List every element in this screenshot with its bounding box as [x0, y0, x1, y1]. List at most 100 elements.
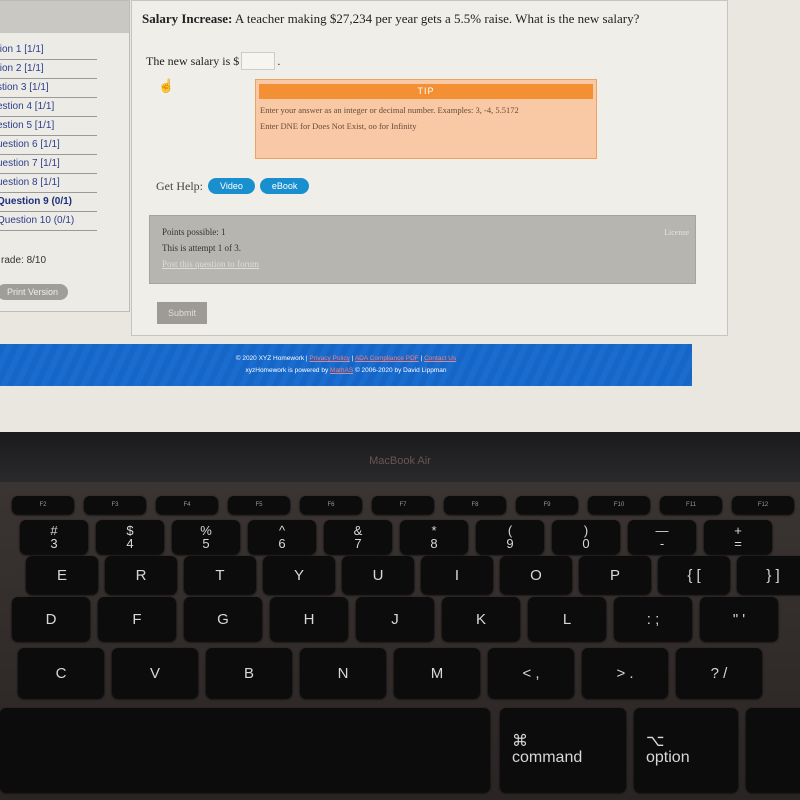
key-label: P	[609, 566, 620, 584]
letter-key[interactable]: J	[356, 597, 434, 641]
key-label: 3	[50, 536, 58, 551]
number-key[interactable]: ) 0	[552, 520, 620, 554]
letter-key[interactable]: F	[98, 597, 176, 641]
question-link[interactable]: Question 9 (0/1)	[0, 193, 97, 212]
key-label: : ;	[646, 610, 660, 628]
number-key[interactable]: — -	[628, 520, 696, 554]
number-key[interactable]: ^ 6	[248, 520, 316, 554]
contact-us-link[interactable]: Contact Us	[424, 355, 456, 362]
post-to-forum-link[interactable]: Post this question to forum	[162, 259, 695, 269]
function-key[interactable]: F4	[156, 496, 218, 514]
letter-key[interactable]: Y	[263, 556, 335, 594]
number-key[interactable]: % 5	[172, 520, 240, 554]
letter-key[interactable]: L	[528, 597, 606, 641]
letter-key[interactable]: N	[300, 648, 386, 698]
question-link[interactable]: estion 5 [1/1]	[0, 117, 97, 136]
letter-key[interactable]: U	[342, 556, 414, 594]
function-key[interactable]: F7	[372, 496, 434, 514]
letter-key[interactable]: " '	[700, 597, 778, 641]
letter-key[interactable]: M	[394, 648, 480, 698]
mathas-link[interactable]: MathAS	[330, 367, 353, 374]
question-link[interactable]: uestion 8 [1/1]	[0, 174, 97, 193]
key-label: 0	[582, 536, 590, 551]
question-link[interactable]: tion 2 [1/1]	[0, 60, 97, 79]
print-version-button[interactable]: Print Version	[0, 284, 69, 300]
privacy-policy-link[interactable]: Privacy Policy	[309, 355, 349, 362]
letter-key[interactable]: V	[112, 648, 198, 698]
key-label: 9	[506, 536, 514, 551]
letter-key[interactable]: K	[442, 597, 520, 641]
letter-key[interactable]: C	[18, 648, 104, 698]
question-link[interactable]: Question 10 (0/1)	[0, 212, 97, 231]
letter-key[interactable]: < ,	[488, 648, 574, 698]
function-key[interactable]: F9	[516, 496, 578, 514]
number-key[interactable]: $4	[96, 520, 164, 554]
question-panel: Salary Increase: A teacher making $27,23…	[131, 0, 728, 336]
letter-key[interactable]: I	[421, 556, 493, 594]
letter-key[interactable]: B	[206, 648, 292, 698]
key-label: O	[530, 566, 542, 584]
number-key[interactable]: & 7	[324, 520, 392, 554]
salary-answer-input[interactable]	[241, 52, 276, 70]
question-link[interactable]: stion 3 [1/1]	[0, 79, 97, 98]
submit-button[interactable]: Submit	[157, 302, 208, 324]
letter-key[interactable]: G	[184, 597, 262, 641]
key-label: command	[512, 749, 583, 766]
question-link[interactable]: tion 1 [1/1]	[0, 41, 97, 60]
video-button[interactable]: Video	[208, 178, 255, 194]
space-bar[interactable]	[0, 708, 490, 792]
ebook-button[interactable]: eBook	[259, 178, 310, 194]
function-key[interactable]: F12	[732, 496, 794, 514]
number-key[interactable]: + =	[704, 520, 772, 554]
key-label: B	[243, 664, 254, 682]
function-key[interactable]: F5	[228, 496, 290, 514]
letter-key[interactable]: } ]	[737, 556, 800, 594]
license-link[interactable]: License	[664, 228, 689, 237]
question-body: A teacher making $27,234 per year gets a…	[232, 11, 640, 26]
letter-key[interactable]: ? /	[676, 648, 762, 698]
key-label: ⌘	[512, 733, 528, 750]
command-key[interactable]: ⌘ command	[500, 708, 626, 792]
letter-key[interactable]: P	[579, 556, 651, 594]
key-label: F10	[613, 502, 625, 508]
letter-key[interactable]: H	[270, 597, 348, 641]
letter-key[interactable]: R	[105, 556, 177, 594]
function-key[interactable]: F8	[444, 496, 506, 514]
footer-credit: © 2006-2020 by David Lippman	[353, 367, 447, 374]
function-key[interactable]: F3	[84, 496, 146, 514]
number-key[interactable]: #3	[20, 520, 88, 554]
letter-key[interactable]: D	[12, 597, 90, 641]
key-label: F4	[183, 502, 191, 508]
attempt-count: This is attempt 1 of 3.	[162, 243, 241, 253]
key-label: N	[337, 664, 349, 682]
laptop-brand: MacBook Air	[369, 455, 431, 467]
footer-copyright: © 2020 XYZ Homework |	[235, 355, 310, 362]
key-label: F9	[543, 502, 551, 508]
letter-key[interactable]: T	[184, 556, 256, 594]
number-key[interactable]: * 8	[400, 520, 468, 554]
arrow-left-key[interactable]	[746, 708, 800, 792]
letter-key[interactable]: O	[500, 556, 572, 594]
letter-key[interactable]: E	[26, 556, 98, 594]
function-key[interactable]: F10	[588, 496, 650, 514]
letter-key[interactable]: : ;	[614, 597, 692, 641]
question-list: tion 1 [1/1] tion 2 [1/1] stion 3 [1/1] est…	[0, 41, 129, 231]
key-label: G	[217, 610, 229, 628]
question-info: Points possible: 1 This is attempt 1 of …	[149, 215, 696, 284]
letter-key[interactable]: > .	[582, 648, 668, 698]
question-link[interactable]: estion 4 [1/1]	[0, 98, 97, 117]
option-key[interactable]: ⌥ option	[634, 708, 738, 792]
hand-cursor-icon: ☝	[158, 78, 175, 93]
ada-compliance-link[interactable]: ADA Compliance PDF	[355, 355, 419, 362]
grade-text: rade: 8/10	[1, 255, 47, 266]
key-label: Y	[293, 566, 304, 584]
function-key[interactable]: F6	[300, 496, 362, 514]
number-key[interactable]: (9	[476, 520, 544, 554]
function-key[interactable]: F11	[660, 496, 722, 514]
key-label: F2	[39, 502, 47, 508]
letter-key[interactable]: { [	[658, 556, 730, 594]
key-label: H	[303, 610, 315, 628]
function-key[interactable]: F2	[12, 496, 74, 514]
question-link[interactable]: uestion 6 [1/1]	[0, 136, 97, 155]
question-link[interactable]: uestion 7 [1/1]	[0, 155, 97, 174]
